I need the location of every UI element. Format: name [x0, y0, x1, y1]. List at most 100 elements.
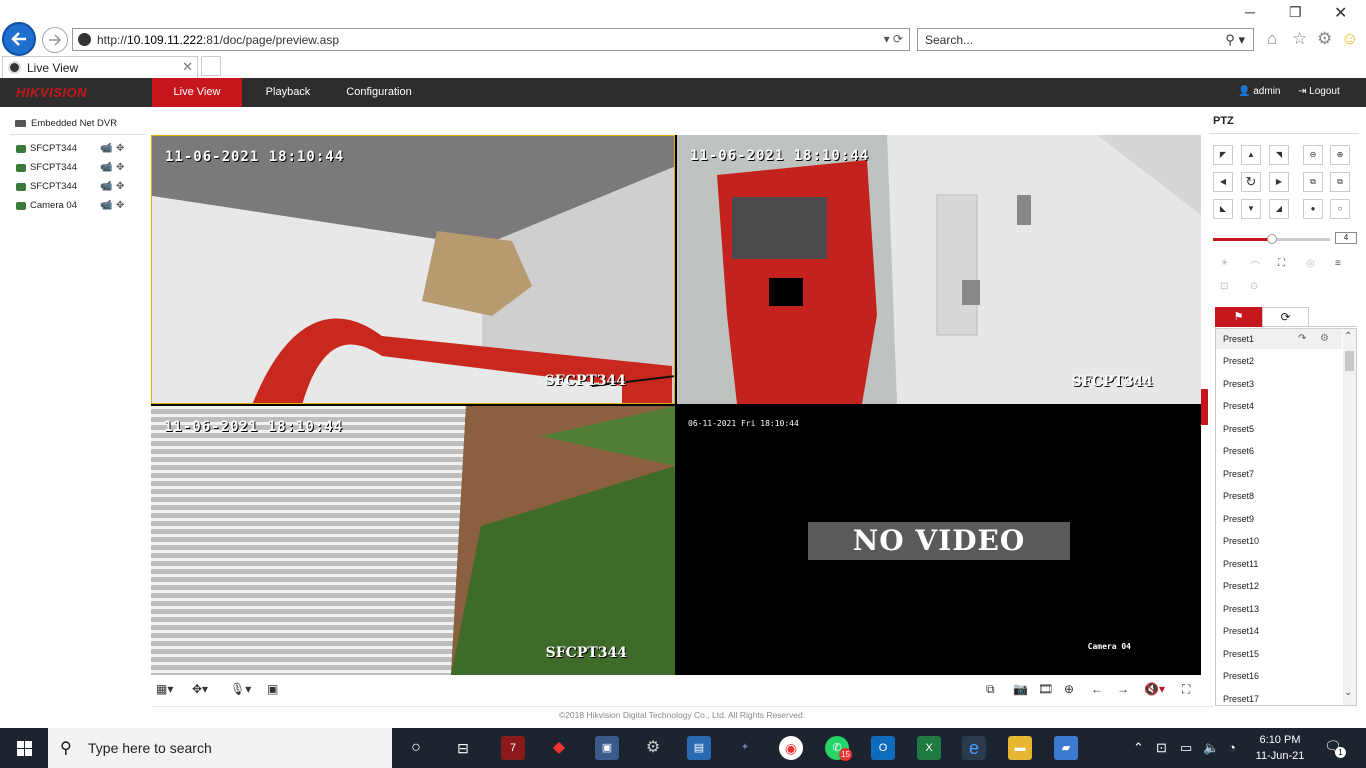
notification-center-icon[interactable]: 🗨 1: [1324, 738, 1346, 758]
app-icon-remote[interactable]: ▰: [1054, 736, 1078, 760]
ptz-up-right-button[interactable]: ◥: [1269, 145, 1289, 165]
restore-icon[interactable]: ❐: [1289, 4, 1302, 21]
taskbar-search-input[interactable]: ⚲ Type here to search: [48, 728, 392, 768]
cortana-icon[interactable]: ○: [404, 736, 428, 760]
close-tab-icon[interactable]: ✕: [182, 59, 193, 75]
scroll-down-icon[interactable]: ⌄: [1344, 687, 1352, 698]
excel-icon[interactable]: X: [917, 736, 941, 760]
preset-item[interactable]: Preset6: [1216, 441, 1342, 461]
set-preset-icon[interactable]: ⚙: [1320, 329, 1329, 349]
taskbar-clock[interactable]: 6:10 PM 11-Jun-21: [1255, 732, 1305, 764]
preset-item[interactable]: Preset17: [1216, 689, 1342, 705]
app-icon-window[interactable]: ▤: [687, 736, 711, 760]
close-icon[interactable]: ✕: [1334, 3, 1347, 23]
fullscreen-icon[interactable]: ⛶: [1182, 682, 1190, 697]
internet-explorer-icon[interactable]: e: [962, 736, 986, 760]
file-explorer-icon[interactable]: ▬: [1008, 736, 1032, 760]
record-icon[interactable]: 🎞: [1038, 682, 1053, 696]
preset-item[interactable]: Preset16: [1216, 666, 1342, 686]
record-icon[interactable]: 📹: [100, 200, 112, 211]
whatsapp-icon[interactable]: ✆ 15: [825, 736, 852, 761]
video-tile-4[interactable]: 06-11-2021 Fri 18:10:44 NO VIDEO Camera …: [677, 406, 1201, 675]
scroll-up-icon[interactable]: ⌃: [1344, 331, 1352, 342]
smiley-icon[interactable]: ☺: [1341, 29, 1358, 49]
preset-item[interactable]: Preset3: [1216, 374, 1342, 394]
favorites-icon[interactable]: ☆: [1292, 29, 1307, 49]
preset-item[interactable]: Preset2: [1216, 351, 1342, 371]
camera-item[interactable]: SFCPT344 📹 ✥: [16, 142, 140, 158]
light-icon[interactable]: ☀: [1220, 258, 1229, 269]
record-icon[interactable]: 📹: [100, 143, 112, 154]
preset-item[interactable]: Preset12: [1216, 576, 1342, 596]
zoom-out-icon[interactable]: ⊖: [1303, 145, 1323, 165]
nav-configuration[interactable]: Configuration: [336, 78, 422, 107]
stop-all-icon[interactable]: ⧉: [986, 682, 995, 697]
volume-icon[interactable]: 🔇▾: [1144, 682, 1165, 696]
call-preset-icon[interactable]: ↷: [1298, 329, 1306, 349]
user-menu[interactable]: 👤 admin: [1238, 86, 1280, 97]
device-root[interactable]: Embedded Net DVR: [15, 118, 117, 129]
volume-icon[interactable]: 🔈: [1203, 740, 1219, 756]
minimize-icon[interactable]: ─: [1245, 4, 1255, 20]
preset-item[interactable]: Preset10: [1216, 531, 1342, 551]
zoom-in-icon[interactable]: ⊕: [1330, 145, 1350, 165]
chrome-icon[interactable]: ◉: [779, 736, 803, 760]
preset-item[interactable]: Preset4: [1216, 396, 1342, 416]
aux-focus-icon[interactable]: ⊙: [1250, 281, 1258, 292]
tray-app-icon[interactable]: ⊡: [1156, 740, 1167, 756]
wiper-icon[interactable]: ⌒: [1250, 258, 1260, 273]
preset-item[interactable]: Preset14: [1216, 621, 1342, 641]
panel-collapse-handle[interactable]: [1201, 389, 1208, 425]
previous-page-icon[interactable]: ←: [1091, 682, 1103, 696]
camera-item[interactable]: SFCPT344 📹 ✥: [16, 180, 140, 196]
preset-item[interactable]: Preset7: [1216, 464, 1342, 484]
forward-button[interactable]: [42, 27, 68, 53]
ptz-up-left-button[interactable]: ◤: [1213, 145, 1233, 165]
video-tile-2[interactable]: 11-06-2021 18:10:44 SFCPT344: [677, 135, 1201, 404]
app-icon-network[interactable]: ▣: [595, 736, 619, 760]
camera-item[interactable]: Camera 04 📹 ✥: [16, 199, 140, 215]
ptz-icon[interactable]: ✥: [116, 200, 124, 211]
ptz-down-button[interactable]: ▼: [1241, 199, 1261, 219]
record-icon[interactable]: 📹: [100, 162, 112, 173]
preset-item[interactable]: Preset1 ↷ ⚙: [1216, 329, 1342, 349]
tab-presets[interactable]: ⚑: [1215, 307, 1262, 327]
focus-assist-icon[interactable]: ◎: [1306, 258, 1315, 269]
app-icon-settings[interactable]: ⚙: [641, 736, 665, 760]
new-tab-button[interactable]: [201, 56, 221, 76]
tab-patrol[interactable]: ⟳: [1262, 307, 1309, 327]
back-button[interactable]: [2, 22, 36, 56]
camera-item[interactable]: SFCPT344 📹 ✥: [16, 161, 140, 177]
preset-item[interactable]: Preset11: [1216, 554, 1342, 574]
search-icon[interactable]: ⚲ ▾: [1225, 32, 1245, 48]
ptz-left-button[interactable]: ◀: [1213, 172, 1233, 192]
ptz-up-button[interactable]: ▲: [1241, 145, 1261, 165]
window-layout-icon[interactable]: ▦▾: [156, 682, 173, 696]
more-menu-icon[interactable]: ≡: [1335, 258, 1341, 269]
preset-item[interactable]: Preset15: [1216, 644, 1342, 664]
ptz-auto-button[interactable]: ↻: [1241, 172, 1261, 192]
tray-chevron-icon[interactable]: ⌃: [1133, 740, 1144, 756]
ptz-right-button[interactable]: ▶: [1269, 172, 1289, 192]
nav-live-view[interactable]: Live View: [152, 78, 242, 107]
app-icon-hamsa[interactable]: ✦: [733, 736, 757, 760]
focus-near-icon[interactable]: ⧉: [1303, 172, 1323, 192]
video-tile-1[interactable]: 11-06-2021 18:10:44 SFCPT344: [151, 135, 675, 404]
preset-item[interactable]: Preset9: [1216, 509, 1342, 529]
preset-item[interactable]: Preset13: [1216, 599, 1342, 619]
capture-icon[interactable]: 📷: [1013, 682, 1028, 696]
preset-item[interactable]: Preset5: [1216, 419, 1342, 439]
address-bar[interactable]: http://10.109.11.222:81/doc/page/preview…: [72, 28, 910, 51]
focus-far-icon[interactable]: ⧉: [1330, 172, 1350, 192]
scroll-thumb[interactable]: [1345, 351, 1354, 371]
ptz-control-icon[interactable]: ✥▾: [192, 682, 208, 696]
next-page-icon[interactable]: →: [1117, 682, 1129, 696]
outlook-icon[interactable]: O: [871, 736, 895, 760]
record-icon[interactable]: 📹: [100, 181, 112, 192]
app-icon-mcafee[interactable]: ◆: [547, 736, 571, 760]
zoom-icon[interactable]: ⊕: [1064, 682, 1074, 696]
browser-tab-live-view[interactable]: Live View ✕: [2, 56, 198, 78]
ptz-icon[interactable]: ✥: [116, 143, 124, 154]
app-icon-tally[interactable]: 7: [501, 736, 525, 760]
preset-item[interactable]: Preset8: [1216, 486, 1342, 506]
